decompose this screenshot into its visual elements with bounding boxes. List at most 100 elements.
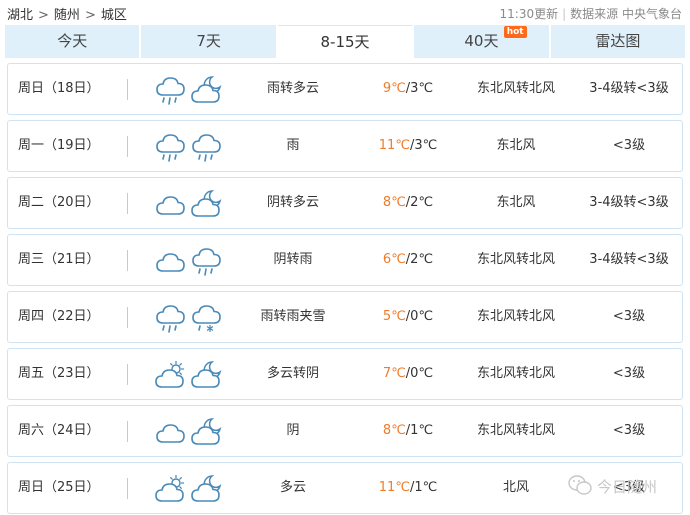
day-label: 周日（18日） [18, 81, 100, 96]
breadcrumb-province[interactable]: 湖北 [7, 8, 33, 23]
weather-description: 多云 [279, 480, 306, 495]
wind-level: 3-4级转<3级 [589, 81, 669, 96]
rain-icon [154, 75, 186, 109]
wind-level: <3级 [612, 138, 646, 153]
data-source: 数据来源 中央气象台 [570, 7, 682, 21]
weather-description: 阴 [286, 423, 300, 438]
temperature: 11℃/3℃ [360, 121, 456, 171]
update-time: 11:30更新 [499, 7, 559, 21]
wechat-icon [568, 475, 592, 495]
moon-cloud-icon [190, 189, 222, 223]
breadcrumb: 湖北 > 随州 > 城区 [7, 4, 127, 23]
watermark: 今日随州 [567, 473, 685, 497]
breadcrumb-separator: > [84, 8, 96, 23]
temperature: 5℃/0℃ [360, 292, 456, 342]
day-label: 周二（20日） [18, 195, 100, 210]
sun-cloud-icon [154, 360, 186, 394]
row-divider [127, 307, 128, 328]
row-divider [127, 136, 128, 157]
weather-description: 阴转雨 [273, 252, 313, 267]
top-bar: 湖北 > 随州 > 城区 11:30更新 | 数据来源 中央气象台 [0, 0, 690, 24]
moon-cloud-icon [190, 474, 222, 508]
cloud-icon [154, 189, 186, 223]
tab-radar[interactable]: 雷达图 [550, 25, 686, 58]
moon-cloud-icon [190, 360, 222, 394]
breadcrumb-separator: > [38, 8, 49, 23]
wind-direction: 东北风转北风 [476, 423, 555, 438]
temperature: 6℃/2℃ [360, 235, 456, 285]
high-temperature: 9℃ [382, 81, 406, 96]
forecast-list: 周日（18日） 雨转多云 9℃/3℃ 东北风转北风 3-4级转<3级 周一（19日） 雨… [7, 63, 683, 515]
sleet-icon [190, 303, 222, 337]
cloud-icon [154, 246, 186, 280]
weather-description: 雨转多云 [266, 81, 319, 96]
update-info: 11:30更新 | 数据来源 中央气象台 [500, 5, 682, 22]
breadcrumb-district: 城区 [100, 8, 127, 23]
cloud-icon [154, 417, 186, 451]
tab-40-days[interactable]: 40天 hot [414, 25, 549, 58]
wind-direction: 东北风转北风 [476, 366, 555, 381]
weather-description: 雨转雨夹雪 [260, 309, 326, 324]
forecast-row[interactable]: 周三（21日） 阴转雨 6℃/2℃ 东北风转北风 3-4级转<3级 [7, 234, 683, 286]
tab-40-days-label: 40天 [464, 32, 499, 50]
wind-level: <3级 [612, 366, 646, 381]
temperature: 8℃/1℃ [360, 406, 456, 456]
weather-description: 阴转多云 [266, 195, 319, 210]
row-divider [127, 193, 128, 214]
forecast-row[interactable]: 周一（19日） 雨 11℃/3℃ 东北风 <3级 [7, 120, 683, 172]
day-label: 周一（19日） [18, 138, 100, 153]
day-label: 周日（25日） [18, 480, 100, 495]
day-label: 周五（23日） [18, 366, 100, 381]
high-temperature: 11℃ [378, 138, 410, 153]
row-divider [127, 79, 128, 100]
low-temperature: /0℃ [405, 309, 434, 324]
low-temperature: /3℃ [405, 81, 434, 96]
meta-divider: | [562, 7, 567, 21]
wind-direction: 东北风 [496, 195, 536, 210]
rain-icon [154, 132, 186, 166]
temperature: 7℃/0℃ [360, 349, 456, 399]
low-temperature: /1℃ [409, 480, 438, 495]
rain-icon [190, 246, 222, 280]
high-temperature: 8℃ [382, 423, 406, 438]
low-temperature: /1℃ [405, 423, 434, 438]
forecast-row[interactable]: 周二（20日） 阴转多云 8℃/2℃ 东北风 3-4级转<3级 [7, 177, 683, 229]
row-divider [127, 478, 128, 499]
forecast-row[interactable]: 周五（23日） 多云转阴 7℃/0℃ 东北风转北风 <3级 [7, 348, 683, 400]
tab-8-15-days[interactable]: 8-15天 [277, 25, 413, 58]
rain-icon [190, 132, 222, 166]
forecast-row[interactable]: 周四（22日） 雨转雨夹雪 5℃/0℃ 东北风转北风 <3级 [7, 291, 683, 343]
high-temperature: 8℃ [382, 195, 406, 210]
forecast-row[interactable]: 周六（24日） 阴 8℃/1℃ 东北风转北风 <3级 [7, 405, 683, 457]
row-divider [127, 364, 128, 385]
high-temperature: 5℃ [382, 309, 406, 324]
wind-direction: 东北风转北风 [476, 252, 555, 267]
low-temperature: /3℃ [409, 138, 438, 153]
weather-description: 多云转阴 [266, 366, 319, 381]
row-divider [127, 421, 128, 442]
low-temperature: /2℃ [405, 252, 434, 267]
low-temperature: /0℃ [405, 366, 434, 381]
day-label: 周四（22日） [18, 309, 100, 324]
weather-description: 雨 [286, 138, 300, 153]
watermark-text: 今日随州 [597, 478, 658, 496]
hot-badge: hot [503, 26, 527, 38]
moon-cloud-icon [190, 75, 222, 109]
tab-7-days[interactable]: 7天 [141, 25, 276, 58]
rain-icon [154, 303, 186, 337]
breadcrumb-city[interactable]: 随州 [54, 8, 80, 23]
row-divider [127, 250, 128, 271]
tab-today[interactable]: 今天 [5, 25, 140, 58]
high-temperature: 7℃ [382, 366, 406, 381]
temperature: 9℃/3℃ [360, 64, 456, 114]
temperature: 8℃/2℃ [360, 178, 456, 228]
wind-level: 3-4级转<3级 [589, 195, 669, 210]
moon-cloud-icon [190, 417, 222, 451]
sun-cloud-icon [154, 474, 186, 508]
wind-direction: 东北风转北风 [476, 309, 555, 324]
high-temperature: 11℃ [378, 480, 410, 495]
day-label: 周六（24日） [18, 423, 100, 438]
high-temperature: 6℃ [382, 252, 406, 267]
temperature: 11℃/1℃ [360, 463, 456, 513]
forecast-row[interactable]: 周日（18日） 雨转多云 9℃/3℃ 东北风转北风 3-4级转<3级 [7, 63, 683, 115]
